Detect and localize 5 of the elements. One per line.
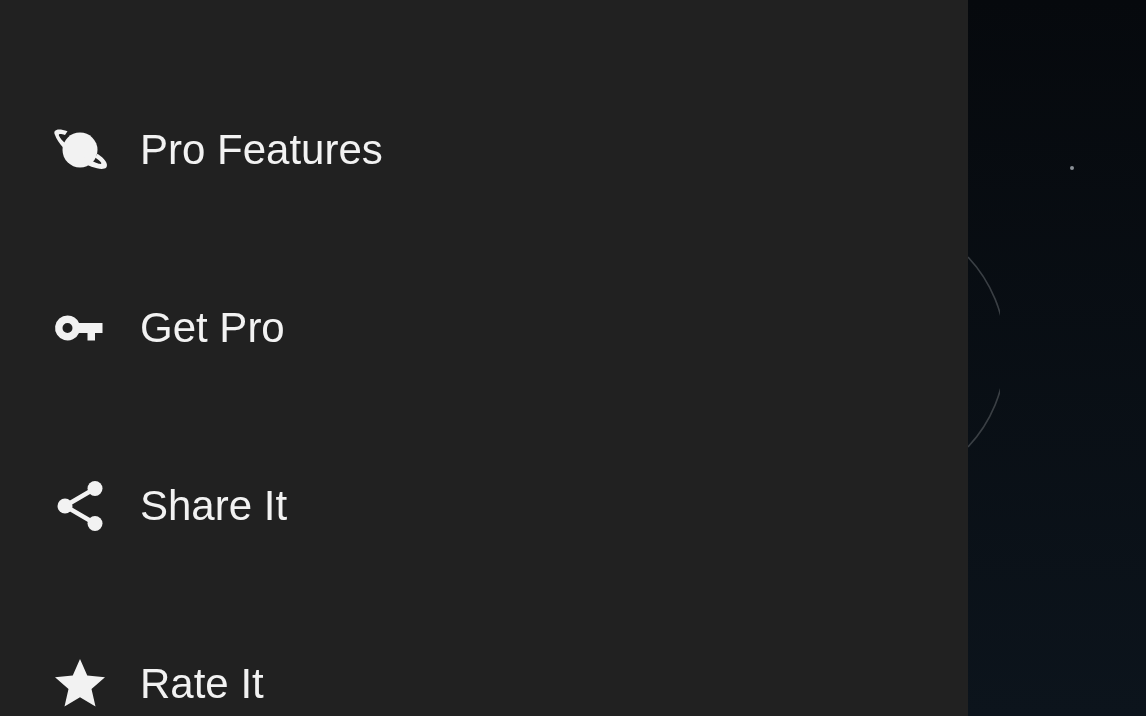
menu-item[interactable]: Share It [0, 417, 968, 595]
star-dot-icon [1070, 166, 1074, 170]
menu-item[interactable]: Pro Features [0, 61, 968, 239]
menu-item[interactable]: Get Pro [0, 239, 968, 417]
menu-item[interactable]: Rate It [0, 595, 968, 716]
